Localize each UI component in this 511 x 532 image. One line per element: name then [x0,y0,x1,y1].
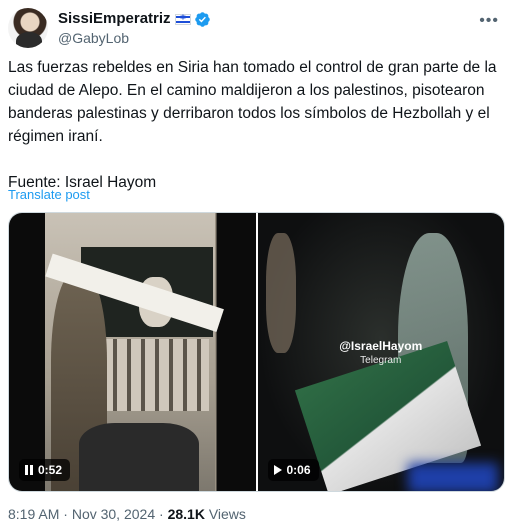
verified-badge-icon [194,11,210,27]
play-icon [273,465,282,475]
display-name[interactable]: SissiEmperatriz [58,10,171,28]
translate-post-link[interactable]: Translate post [8,187,90,202]
views-label: Views [208,506,246,522]
video-duration-badge: 0:06 [267,459,319,481]
handle[interactable]: @GabyLob [58,29,211,48]
author-names: SissiEmperatriz @GabyLob [58,10,211,48]
views-count: 28.1K [167,506,205,522]
watermark-sub: Telegram [360,355,402,366]
tweet-text: Las fuerzas rebeldes en Siria han tomado… [8,59,497,191]
tweet-header: SissiEmperatriz @GabyLob ••• [8,8,503,48]
watermark: @IsraelHayom [339,339,423,353]
dark-object [79,423,199,491]
post-date[interactable]: Nov 30, 2024 [72,506,155,522]
media-grid: 0:52 @IsraelHayom Telegram 0:06 [8,212,505,492]
duration-text: 0:52 [38,463,63,477]
separator: · [159,506,164,522]
hand [265,233,296,353]
video-1[interactable]: 0:52 [9,213,256,491]
tweet-meta: 8:19 AM · Nov 30, 2024 · 28.1K Views [8,506,246,522]
avatar[interactable] [8,8,48,48]
pause-icon [25,465,33,475]
israel-flag-icon [174,13,191,25]
display-name-row: SissiEmperatriz [58,10,211,28]
video-duration-badge: 0:52 [19,459,71,481]
video-2[interactable]: @IsraelHayom Telegram 0:06 [257,213,504,491]
more-dots-icon[interactable]: ••• [479,12,499,30]
blue-light [407,463,498,491]
separator: · [63,506,68,522]
post-time[interactable]: 8:19 AM [8,506,59,522]
window-bars [99,339,209,411]
duration-text: 0:06 [286,463,311,477]
